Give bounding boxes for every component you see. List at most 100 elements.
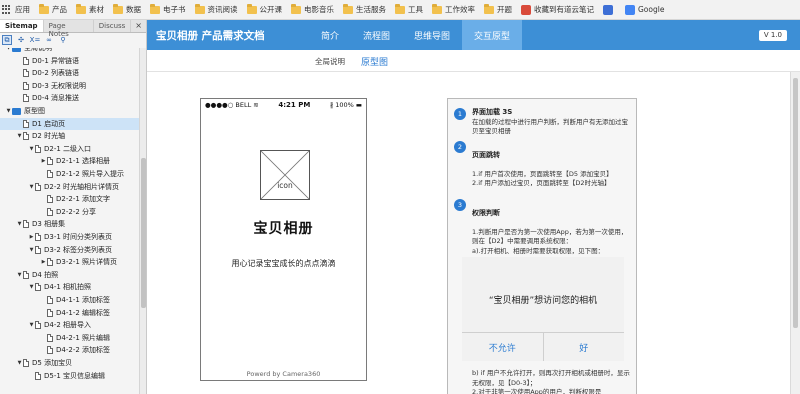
- bookmark-label: 电子书: [163, 5, 186, 14]
- page-icon: [47, 346, 53, 355]
- folder-icon: [12, 48, 21, 52]
- sitemap-node-label: D5-1 宝贝信息编辑: [44, 371, 106, 380]
- expand-arrow-icon[interactable]: ▼: [5, 108, 12, 114]
- sitemap-node[interactable]: ▼ D4-1 相机拍照: [0, 281, 139, 293]
- sitemap-node[interactable]: ▼ D3 相册集: [0, 218, 139, 230]
- sitemap-node[interactable]: ▶ D2-1-1 选择相册: [0, 155, 139, 167]
- bookmark-label: 数据: [126, 5, 141, 14]
- bookmark-label: 生活服务: [356, 5, 386, 14]
- bookmarks-bar: 应用 产品 素材 数据 电子书 资讯阅读 公开课 电影音乐 生活服务 工具 工作效率 开题 收藏到有道云…: [0, 0, 800, 20]
- sitemap-node[interactable]: D5-1 宝贝信息编辑: [0, 370, 139, 382]
- folder-icon: [12, 107, 21, 115]
- nav-prototype[interactable]: 交互原型: [462, 20, 523, 50]
- tab-sitemap[interactable]: Sitemap: [0, 20, 44, 32]
- sitemap-node[interactable]: D0-3 无权限说明: [0, 80, 139, 92]
- expand-arrow-icon[interactable]: ▼: [28, 146, 35, 152]
- sidebar-scrollbar[interactable]: [139, 48, 146, 394]
- bookmark-item[interactable]: 生活服务: [343, 3, 386, 15]
- expand-arrow-icon[interactable]: ▼: [16, 221, 23, 227]
- sitemap-node-label: D4-2-2 添加标签: [56, 346, 111, 355]
- page-icon: [23, 270, 29, 279]
- sitemap-node[interactable]: ▼ D2-1 二级入口: [0, 143, 139, 155]
- collapse-all-icon[interactable]: ⧉: [2, 35, 12, 45]
- bookmark-item[interactable]: 素材: [76, 3, 104, 15]
- search-icon[interactable]: ⚲: [58, 35, 68, 45]
- sitemap-node[interactable]: ▼ D5 添加宝贝: [0, 357, 139, 369]
- prototype-canvas: ●●●●○ BELL ≋ 4:21 PM ∦ 100% ▬ icon 宝贝相册 …: [147, 72, 790, 394]
- bookmark-label: 素材: [89, 5, 104, 14]
- collapse-arrow-icon[interactable]: ▶: [40, 259, 47, 265]
- sitemap-node[interactable]: ▶ D3-1 时间分类列表页: [0, 231, 139, 243]
- permission-dialog: “宝贝相册”想访问您的相机 不允许 好: [462, 257, 624, 361]
- sitemap-node[interactable]: D4-1-2 编辑标签: [0, 307, 139, 319]
- nav-mindmap[interactable]: 思维导图: [402, 20, 462, 50]
- expand-arrow-icon[interactable]: ▼: [28, 184, 35, 190]
- sitemap-node[interactable]: D1 启动页: [0, 117, 139, 130]
- sitemap-node[interactable]: ▶ D3-2-1 照片详情页: [0, 256, 139, 268]
- bookmark-label: 工具: [408, 5, 423, 14]
- sitemap-node[interactable]: D2-2-1 添加文字: [0, 193, 139, 205]
- bookmark-item[interactable]: 资讯阅读: [194, 3, 238, 15]
- page-icon: [23, 119, 29, 128]
- sitemap-node[interactable]: ▼ D3-2 标签分类列表页: [0, 244, 139, 256]
- bookmark-item[interactable]: 电子书: [150, 3, 186, 15]
- scrollbar-thumb[interactable]: [793, 78, 798, 328]
- page-icon: [47, 207, 53, 216]
- collapse-arrow-icon[interactable]: ▶: [28, 234, 35, 240]
- bookmark-item[interactable]: 数据: [113, 3, 141, 15]
- folder-icon: [76, 3, 86, 14]
- tab-discuss[interactable]: Discuss: [94, 20, 132, 32]
- bookmark-item[interactable]: 电影音乐: [291, 3, 334, 15]
- sitemap-node[interactable]: ▼ D2 时光轴: [0, 130, 139, 142]
- phone-status-bar: ●●●●○ BELL ≋ 4:21 PM ∦ 100% ▬: [201, 99, 366, 110]
- expand-arrow-icon[interactable]: ▼: [16, 360, 23, 366]
- collapse-arrow-icon[interactable]: ▶: [40, 158, 47, 164]
- sitemap-node[interactable]: D4-1-1 添加标签: [0, 294, 139, 306]
- favicon-icon: [603, 4, 613, 15]
- expand-arrow-icon[interactable]: ▼: [28, 322, 35, 328]
- close-panel-icon[interactable]: ×: [131, 20, 146, 32]
- bookmark-item[interactable]: 工具: [395, 3, 423, 15]
- bookmark-item[interactable]: 产品: [39, 3, 67, 15]
- sitemap-node[interactable]: ▼ D4-2 相册导入: [0, 319, 139, 331]
- expand-arrow-icon[interactable]: ▼: [28, 247, 35, 253]
- sitemap-node-label: D3 相册集: [32, 220, 66, 229]
- folder-icon: [432, 3, 442, 14]
- expand-arrow-icon[interactable]: ▼: [16, 133, 23, 139]
- bookmark-item[interactable]: 公开课: [246, 3, 282, 15]
- sitemap-node[interactable]: D0-1 异常链语: [0, 55, 139, 67]
- sitemap-node[interactable]: D0-2 列表链语: [0, 67, 139, 79]
- sitemap-node[interactable]: D2-1-2 照片导入提示: [0, 168, 139, 180]
- content-scrollbar[interactable]: [790, 72, 800, 394]
- bookmark-item[interactable]: 开题: [484, 3, 512, 15]
- nav-flowchart[interactable]: 流程图: [351, 20, 402, 50]
- subnav-prototype[interactable]: 原型图: [361, 55, 388, 68]
- sitemap-node[interactable]: ▼ 全局说明: [0, 48, 139, 54]
- expand-arrow-icon[interactable]: ▼: [5, 48, 12, 51]
- bookmark-label: 资讯阅读: [207, 5, 238, 14]
- bookmark-item[interactable]: [603, 4, 616, 15]
- sitemap-node[interactable]: D4-2-2 添加标签: [0, 344, 139, 356]
- sitemap-node[interactable]: ▼ D2-2 时光轴相片详情页: [0, 181, 139, 193]
- allow-button[interactable]: 好: [542, 333, 625, 361]
- bookmark-item[interactable]: 收藏到有道云笔记: [521, 4, 594, 15]
- sitemap-node[interactable]: D0-4 消息推送: [0, 92, 139, 104]
- sitemap-node[interactable]: D4-2-1 照片编辑: [0, 332, 139, 344]
- variables-icon[interactable]: X=: [30, 35, 41, 45]
- expand-arrow-icon[interactable]: ▼: [16, 272, 23, 278]
- nav-intro[interactable]: 简介: [309, 20, 351, 50]
- bookmark-item[interactable]: 工作效率: [432, 3, 475, 15]
- scrollbar-thumb[interactable]: [141, 158, 146, 308]
- sitemap-tree-icon[interactable]: ✣: [16, 35, 26, 45]
- bookmark-label: 工作效率: [445, 5, 475, 14]
- sitemap-node[interactable]: ▼ D4 拍照: [0, 269, 139, 281]
- tab-page-notes[interactable]: Page Notes: [44, 20, 94, 38]
- deny-button[interactable]: 不允许: [462, 333, 543, 361]
- bookmark-item[interactable]: Google: [625, 4, 664, 15]
- link-icon[interactable]: ∞: [44, 35, 54, 45]
- expand-arrow-icon[interactable]: ▼: [28, 284, 35, 290]
- sitemap-node[interactable]: D2-2-2 分享: [0, 206, 139, 218]
- subnav-global[interactable]: 全局说明: [315, 56, 345, 67]
- bookmark-item[interactable]: 应用: [2, 4, 30, 15]
- sitemap-node[interactable]: ▼ 原型图: [0, 105, 139, 117]
